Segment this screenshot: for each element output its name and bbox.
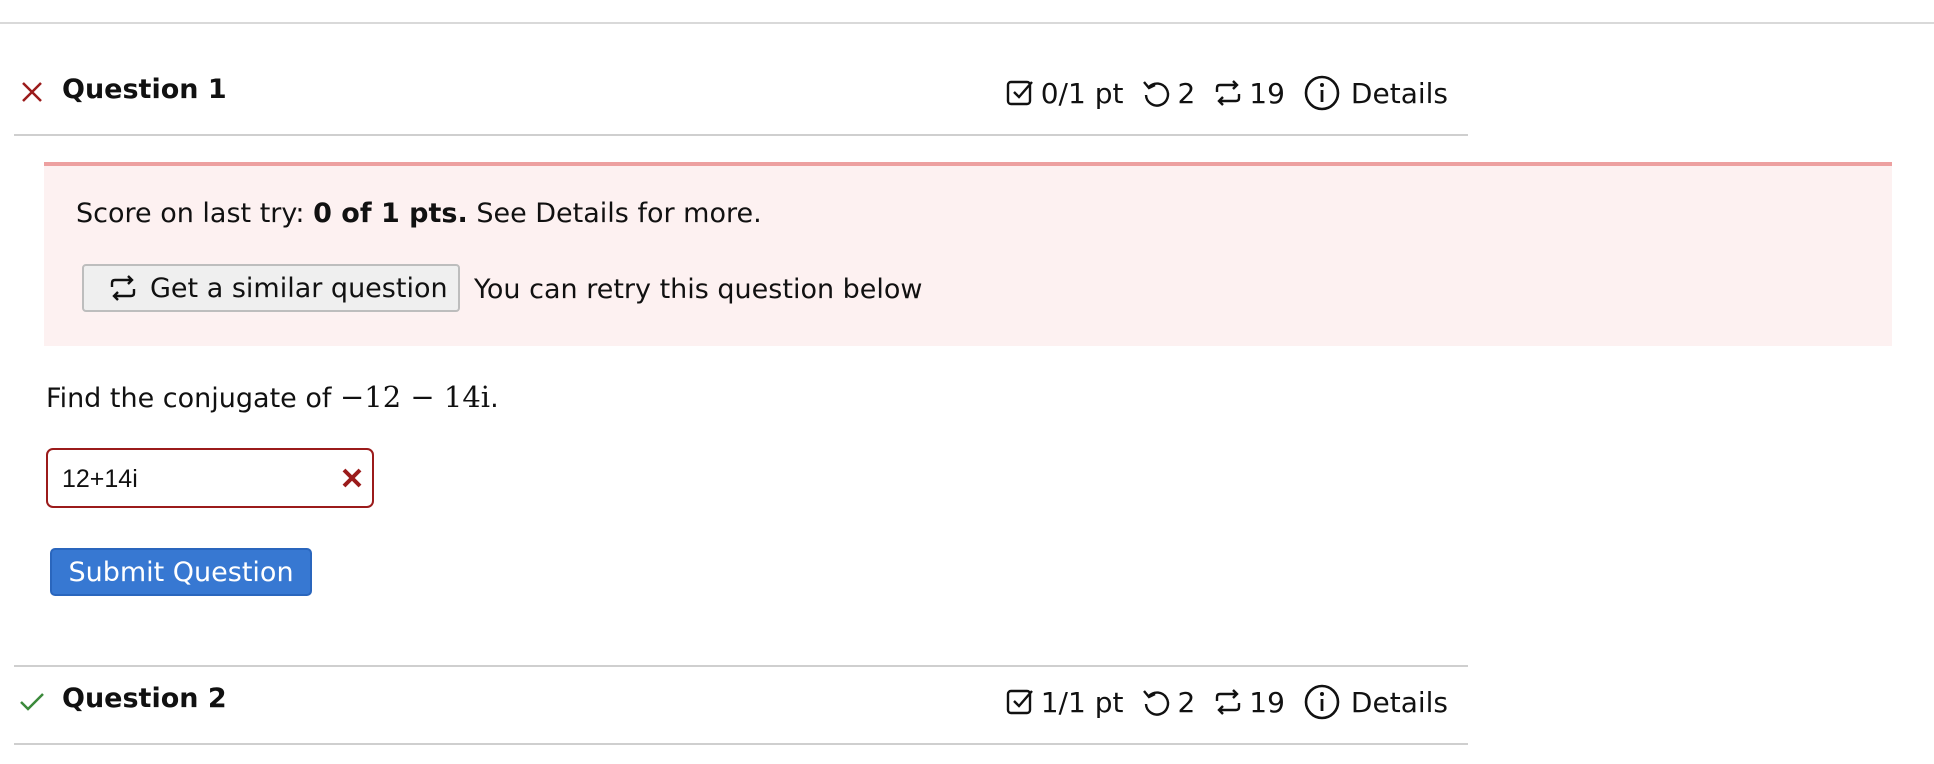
math-expression: −12 − 14i: [339, 380, 491, 414]
prompt-text: Find the conjugate of: [46, 383, 340, 414]
question-meta: 0/1 pt 2 19 Details: [1005, 74, 1448, 112]
info-icon: [1304, 75, 1340, 111]
similar-count: 19: [1249, 76, 1285, 110]
x-icon: [22, 82, 42, 102]
prompt-punct: .: [490, 383, 499, 414]
score-bold: 0 of 1 pts.: [313, 198, 468, 229]
score-suffix: See Details for more.: [467, 198, 762, 229]
last-score-text: Score on last try: 0 of 1 pts. See Detai…: [76, 198, 762, 229]
question-divider: [14, 665, 1468, 667]
top-divider: [0, 22, 1934, 24]
score-group: 1/1 pt: [1005, 685, 1124, 719]
question-divider: [14, 134, 1468, 136]
retry-note: You can retry this question below: [474, 274, 923, 305]
checkbox-icon: [1006, 689, 1033, 715]
feedback-panel: Score on last try: 0 of 1 pts. See Detai…: [44, 162, 1892, 346]
check-icon: [20, 693, 44, 711]
repeat-icon: [1216, 80, 1241, 106]
retries-count: 2: [1177, 685, 1196, 719]
score-prefix: Score on last try:: [76, 198, 314, 229]
similar-group: 19: [1213, 686, 1285, 719]
details-link[interactable]: Details: [1303, 74, 1448, 112]
answer-input[interactable]: [60, 458, 324, 500]
x-icon: [342, 468, 362, 488]
similar-count: 19: [1249, 685, 1285, 719]
submit-question-button[interactable]: Submit Question: [50, 548, 312, 596]
score-text: 0/1 pt: [1040, 76, 1124, 110]
undo-icon: [1143, 81, 1170, 107]
retries-group: 2: [1141, 77, 1195, 110]
similar-group: 19: [1213, 77, 1285, 110]
repeat-icon: [1216, 689, 1241, 715]
details-link[interactable]: Details: [1303, 683, 1448, 721]
question-prompt: Find the conjugate of −12 − 14i.: [46, 380, 499, 414]
details-label: Details: [1350, 76, 1448, 110]
answer-field[interactable]: [46, 448, 374, 508]
info-icon: [1304, 684, 1340, 720]
undo-icon: [1143, 690, 1170, 716]
retries-group: 2: [1141, 686, 1195, 719]
submit-label: Submit Question: [68, 556, 294, 588]
question-title: Question 1: [62, 74, 227, 105]
question-2-header[interactable]: Question 2 1/1 pt 2 19 Details: [14, 665, 1468, 745]
similar-button-label: Get a similar question: [150, 272, 448, 304]
question-title: Question 2: [62, 683, 227, 714]
question-divider: [14, 743, 1468, 745]
question-meta: 1/1 pt 2 19 Details: [1005, 683, 1448, 721]
score-group: 0/1 pt: [1005, 76, 1124, 110]
checkbox-icon: [1006, 80, 1033, 106]
repeat-icon: [110, 275, 136, 301]
retries-count: 2: [1177, 76, 1196, 110]
details-label: Details: [1350, 685, 1448, 719]
score-text: 1/1 pt: [1040, 685, 1124, 719]
get-similar-question-button[interactable]: Get a similar question: [82, 264, 460, 312]
question-1-header[interactable]: Question 1 0/1 pt 2 19 Details: [14, 56, 1468, 136]
